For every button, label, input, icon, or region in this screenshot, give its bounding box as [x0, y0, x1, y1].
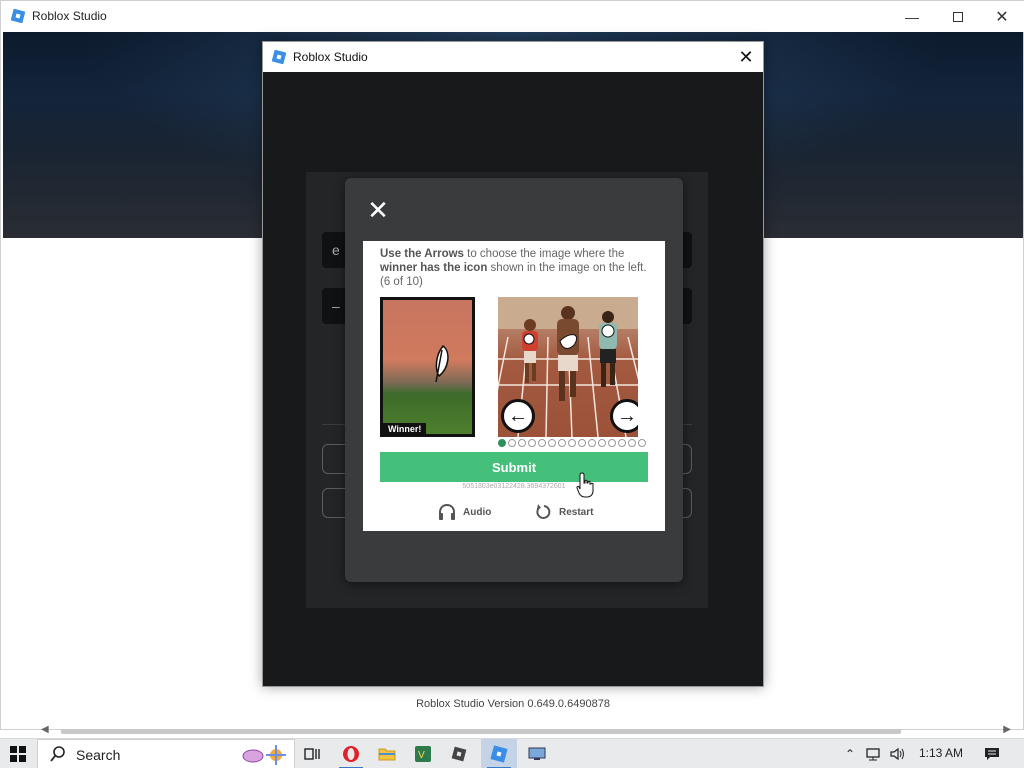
submit-label: Submit	[491, 459, 537, 475]
feather-icon	[435, 344, 449, 383]
restart-icon	[536, 504, 551, 519]
roblox-studio-icon	[490, 745, 508, 763]
instruction-text: to choose the image where the	[463, 248, 625, 260]
pagination-dot	[588, 439, 596, 447]
maximize-icon	[953, 11, 963, 22]
window-close-button[interactable]: ✕	[979, 1, 1024, 32]
window-title: Roblox Studio	[32, 9, 107, 23]
username-field-value: e	[332, 242, 340, 258]
taskbar-roblox-studio[interactable]	[481, 739, 517, 768]
pagination-dot	[508, 439, 516, 447]
dialog-titlebar: Roblox Studio ✕	[263, 42, 763, 72]
taskbar-file-explorer[interactable]	[369, 739, 405, 768]
captcha-modal: ✕ Use the Arrows to choose the image whe…	[345, 178, 683, 582]
window-titlebar: Roblox Studio — ✕	[1, 1, 1024, 32]
taskbar: Search V ⌃ 1:13 AM	[0, 738, 1024, 768]
restart-button[interactable]: Restart	[535, 503, 593, 521]
search-highlight-icon	[242, 745, 286, 765]
dialog-close-button[interactable]: ✕	[733, 42, 759, 72]
network-icon	[866, 748, 880, 761]
pagination-dot	[498, 439, 506, 447]
taskbar-roblox-player[interactable]	[441, 739, 477, 768]
taskbar-visual-studio[interactable]: V	[405, 739, 441, 768]
chevron-up-icon: ⌃	[844, 747, 856, 761]
close-icon: ✕	[738, 46, 754, 67]
roblox-login-dialog: Roblox Studio ✕ e – ✕ Use the Arrows to …	[262, 41, 764, 687]
next-image-button[interactable]: →	[610, 399, 638, 433]
pagination-dot	[548, 439, 556, 447]
scroll-right-icon[interactable]: ▶	[1003, 724, 1011, 735]
pagination-dot	[518, 439, 526, 447]
arrow-right-icon: →	[617, 404, 637, 427]
hand-cursor-icon	[576, 472, 594, 498]
search-icon	[50, 746, 65, 762]
start-button[interactable]	[0, 739, 36, 768]
captcha-instructions: Use the Arrows to choose the image where…	[380, 247, 650, 289]
roblox-player-icon	[451, 746, 467, 762]
file-explorer-icon	[378, 748, 396, 761]
taskbar-clock[interactable]: 1:13 AM	[912, 746, 970, 760]
captcha-close-button[interactable]: ✕	[364, 196, 392, 224]
taskbar-remote-desktop[interactable]	[519, 739, 555, 768]
pagination-dot	[628, 439, 636, 447]
submit-button[interactable]: Submit	[380, 452, 648, 482]
session-id: 5051803e03122428.3694372601	[462, 483, 566, 490]
arrow-left-icon: ←	[508, 404, 528, 427]
maximize-button[interactable]	[935, 1, 981, 32]
roblox-studio-logo-icon	[11, 9, 25, 23]
reference-image: Winner!	[380, 297, 475, 437]
restart-label: Restart	[559, 506, 594, 518]
task-view-button[interactable]	[295, 739, 331, 768]
dialog-title: Roblox Studio	[293, 50, 368, 64]
scroll-left-icon[interactable]: ◀	[41, 724, 49, 735]
instruction-bold: Use the Arrows	[380, 248, 464, 260]
volume-button[interactable]	[886, 739, 908, 768]
opera-icon	[343, 746, 359, 762]
reference-label: Winner!	[383, 423, 427, 434]
pagination-dot	[558, 439, 566, 447]
show-hidden-icons-button[interactable]: ⌃	[840, 739, 860, 768]
volume-icon	[890, 747, 904, 761]
captcha-card: Use the Arrows to choose the image where…	[363, 241, 665, 531]
version-text: Roblox Studio Version 0.649.0.6490878	[416, 698, 610, 710]
image-pagination-dots	[498, 439, 646, 447]
pagination-dot	[598, 439, 606, 447]
horizontal-scrollbar[interactable]: ◀ ▶	[41, 724, 1011, 735]
minimize-icon: —	[905, 8, 919, 25]
notification-center-button[interactable]	[978, 739, 1006, 768]
network-button[interactable]	[862, 739, 884, 768]
visual-studio-icon: V	[415, 746, 431, 762]
pagination-dot	[568, 439, 576, 447]
audio-label: Audio	[463, 506, 492, 518]
scrollbar-thumb[interactable]	[61, 729, 901, 734]
password-field-value: –	[332, 298, 340, 314]
headphones-icon	[439, 503, 455, 520]
pagination-dot	[618, 439, 626, 447]
pagination-dot	[528, 439, 536, 447]
search-placeholder: Search	[76, 747, 121, 763]
task-view-icon	[304, 748, 320, 760]
close-icon: ✕	[995, 8, 1009, 26]
taskbar-search-box[interactable]: Search	[37, 739, 295, 768]
candidate-image: ← →	[498, 297, 638, 437]
remote-desktop-icon	[528, 747, 546, 760]
pagination-dot	[608, 439, 616, 447]
minimize-button[interactable]: —	[889, 1, 935, 32]
pagination-dot	[538, 439, 546, 447]
windows-logo-icon	[10, 746, 26, 762]
svg-text:V: V	[418, 750, 425, 761]
previous-image-button[interactable]: ←	[501, 399, 535, 433]
close-icon: ✕	[367, 195, 389, 225]
pagination-dot	[638, 439, 646, 447]
pagination-dot	[578, 439, 586, 447]
notification-icon	[985, 748, 999, 760]
audio-button[interactable]: Audio	[437, 503, 491, 521]
roblox-studio-logo-icon	[272, 50, 286, 64]
instruction-bold: winner has the icon	[380, 262, 488, 274]
taskbar-opera[interactable]	[333, 739, 369, 768]
